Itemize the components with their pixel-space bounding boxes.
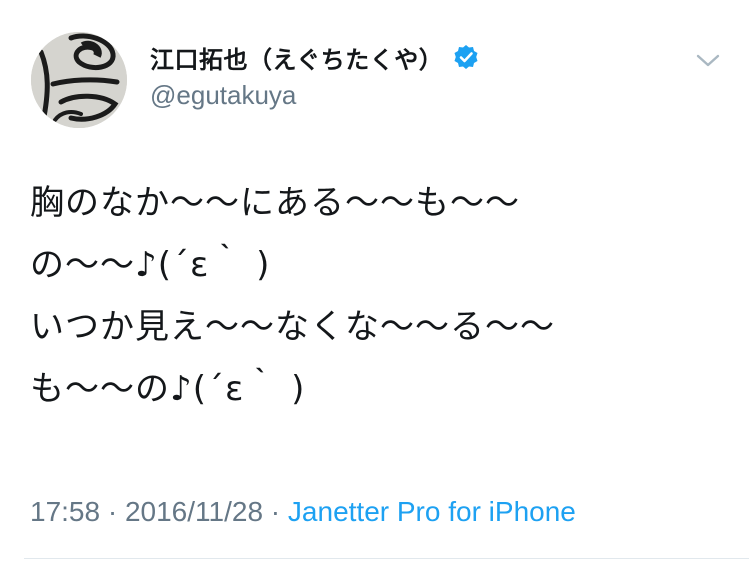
display-name-row: 江口拓也（えぐちたくや） <box>150 40 479 74</box>
tweet-time[interactable]: 17:58 <box>30 496 100 527</box>
avatar[interactable] <box>31 32 127 128</box>
display-name[interactable]: 江口拓也（えぐちたくや） <box>150 40 443 75</box>
tweet-line: 胸のなか〜〜にある〜〜も〜〜 <box>30 183 520 223</box>
tweet-line: の〜〜♪(´ε｀ ) <box>30 245 271 285</box>
tweet-line: も〜〜の♪(´ε｀ ) <box>30 369 306 409</box>
tweet-text: 胸のなか〜〜にある〜〜も〜〜 の〜〜♪(´ε｀ ) いつか見え〜〜なくな〜〜る〜… <box>30 172 720 420</box>
user-handle[interactable]: @egutakuya <box>150 80 296 111</box>
tweet-source-link[interactable]: Janetter Pro for iPhone <box>288 496 576 527</box>
meta-separator: · <box>100 496 125 527</box>
avatar-drawing <box>31 32 127 128</box>
meta-separator: · <box>263 496 288 527</box>
tweet-date[interactable]: 2016/11/28 <box>125 496 263 527</box>
tweet-card: 江口拓也（えぐちたくや） @egutakuya 胸のなか〜〜にある〜〜も〜〜 の… <box>0 0 749 562</box>
chevron-down-icon[interactable] <box>694 50 722 70</box>
divider <box>24 558 749 559</box>
tweet-meta: 17:58 · 2016/11/28 · Janetter Pro for iP… <box>30 496 576 528</box>
tweet-line: いつか見え〜〜なくな〜〜る〜〜 <box>30 307 555 347</box>
verified-badge-icon <box>453 44 479 70</box>
